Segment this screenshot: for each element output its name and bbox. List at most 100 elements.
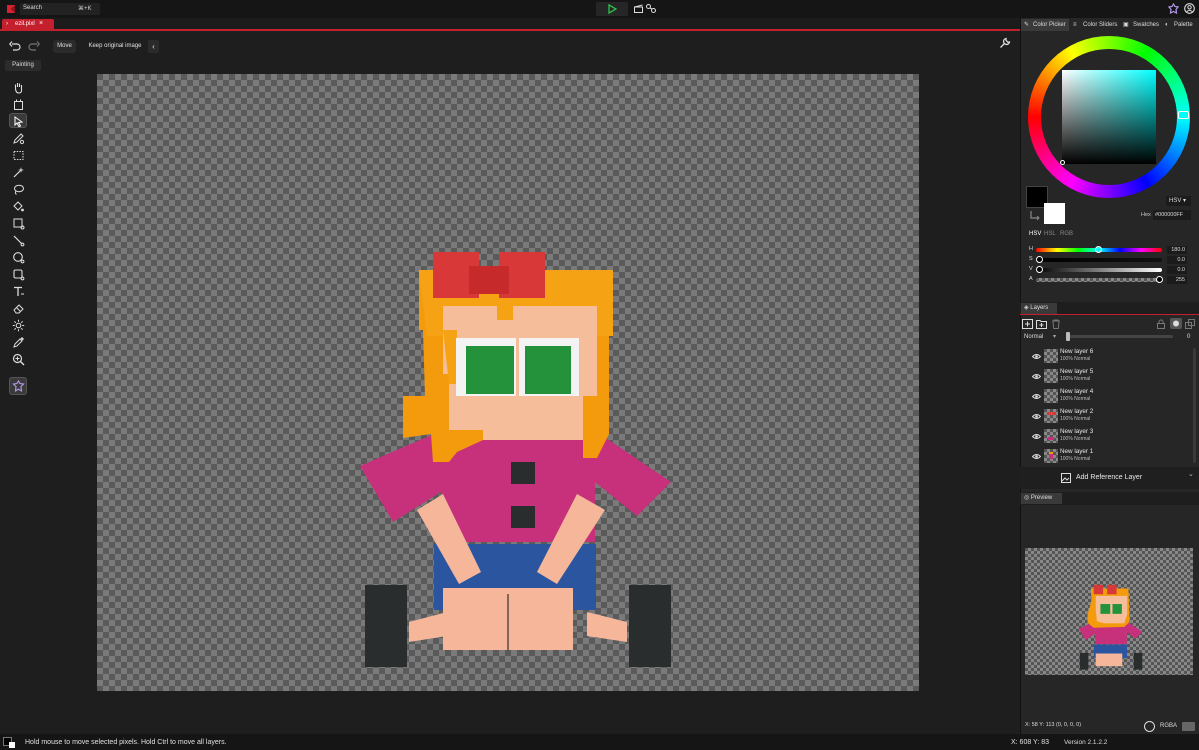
collapse-chevron-icon[interactable]: ‹ (148, 40, 159, 53)
background-toggle-icon[interactable] (1182, 722, 1195, 731)
color-mode-select[interactable]: HSV ▾ (1166, 196, 1191, 206)
alpha-slider[interactable] (1036, 278, 1162, 282)
blend-mode-select[interactable]: Normal (1024, 334, 1043, 340)
redo-icon[interactable] (28, 41, 40, 51)
layer-row[interactable]: New layer 2 100% Normal (1029, 407, 1189, 426)
hand-tool[interactable] (9, 80, 27, 95)
clapperboard-icon[interactable] (634, 4, 643, 13)
lasso-tool[interactable] (9, 182, 27, 197)
layer-thumbnail (1044, 429, 1058, 443)
opacity-slider[interactable] (1067, 335, 1173, 338)
alpha-value[interactable]: 255 (1167, 276, 1187, 284)
connection-icon[interactable] (646, 4, 656, 13)
new-folder-icon[interactable] (1036, 319, 1047, 329)
bucket-fill-tool[interactable] (9, 199, 27, 214)
file-tab-close-icon[interactable]: × (39, 20, 43, 27)
text-tool[interactable] (9, 284, 27, 299)
magic-wand-tool[interactable] (9, 165, 27, 180)
hand-icon (9, 81, 27, 94)
hex-input[interactable]: #000000FF (1153, 210, 1191, 220)
tab-color-picker[interactable]: ✎ Color Picker (1024, 19, 1066, 31)
line-tool[interactable] (9, 233, 27, 248)
painting-mode-badge[interactable]: Painting (5, 60, 41, 71)
layer-info: 100% Normal (1060, 436, 1091, 442)
alpha-slider-thumb[interactable] (1156, 276, 1163, 283)
undo-icon[interactable] (9, 41, 21, 51)
color-format-indicator-icon (1144, 721, 1155, 732)
tab-swatches[interactable]: ▣ Swatches (1123, 19, 1159, 31)
plugin-icon[interactable] (1168, 3, 1179, 14)
new-layer-icon[interactable] (1022, 319, 1033, 329)
swatches-icon: ▣ (1123, 22, 1129, 28)
drawing-canvas[interactable] (97, 74, 919, 691)
layer-name: New layer 6 (1060, 348, 1094, 355)
hue-handle[interactable] (1178, 111, 1189, 119)
layer-thumbnail (1044, 389, 1058, 403)
visibility-eye-icon[interactable] (1032, 412, 1041, 421)
layer-row[interactable]: New layer 4 100% Normal (1029, 387, 1189, 406)
move-mode-button[interactable]: Move (53, 40, 76, 53)
eraser-tool[interactable] (9, 301, 27, 316)
color-format-label: RGBA (1160, 723, 1178, 729)
opacity-slider-thumb[interactable] (1066, 332, 1070, 341)
hue-value[interactable]: 180.0 (1167, 246, 1187, 254)
zoom-tool[interactable] (9, 352, 27, 367)
layer-row[interactable]: New layer 3 100% Normal (1029, 427, 1189, 446)
eyedropper-tool[interactable] (9, 335, 27, 350)
text-icon (9, 285, 27, 298)
saturation-value-square[interactable] (1062, 70, 1156, 164)
delete-layer-icon[interactable] (1051, 319, 1061, 329)
tab-palette[interactable]: ◐ Palette (1165, 19, 1193, 31)
saturation-slider[interactable] (1036, 258, 1162, 262)
lock-icon[interactable] (1156, 319, 1166, 329)
visibility-eye-icon[interactable] (1032, 372, 1041, 381)
preview-tab[interactable]: ◎ Preview (1021, 493, 1062, 504)
layer-row[interactable]: New layer 5 100% Normal (1029, 367, 1189, 386)
search-box[interactable]: Search ⌘+K (20, 3, 100, 15)
move-select-tool[interactable] (9, 113, 27, 128)
value-slider-thumb[interactable] (1036, 266, 1043, 273)
opacity-value[interactable]: 0 (1187, 334, 1190, 340)
mask-icon[interactable] (1170, 318, 1182, 329)
eraser-icon (9, 302, 27, 315)
pencil-tool[interactable] (9, 131, 27, 146)
crop-tool[interactable] (9, 97, 27, 112)
value-value[interactable]: 0.0 (1167, 266, 1187, 274)
rectangle-tool[interactable] (9, 267, 27, 282)
extension-tool[interactable] (9, 377, 27, 395)
wrench-icon[interactable] (999, 37, 1011, 49)
play-icon[interactable] (607, 4, 617, 14)
add-reference-layer-button[interactable]: Add Reference Layer ⌄ (1020, 467, 1199, 489)
keep-original-toggle[interactable]: Keep original image (84, 40, 146, 53)
fill-selection-tool[interactable] (9, 216, 27, 231)
rect-select-tool[interactable] (9, 148, 27, 163)
merge-icon[interactable] (1185, 319, 1195, 329)
app-logo-icon[interactable] (5, 3, 17, 15)
status-message: Hold mouse to move selected pixels. Hold… (25, 739, 227, 746)
visibility-eye-icon[interactable] (1032, 352, 1041, 361)
hex-label: Hex (1141, 212, 1151, 218)
visibility-eye-icon[interactable] (1032, 452, 1041, 461)
file-tab[interactable]: › ezil.pixl × (2, 19, 54, 30)
collapse-layers-chevron-icon[interactable]: ⌄ (1188, 470, 1194, 478)
layer-row[interactable]: New layer 6 100% Normal (1029, 347, 1189, 366)
hue-slider-thumb[interactable] (1095, 246, 1102, 253)
account-icon[interactable] (1184, 3, 1195, 14)
layers-tab[interactable]: ◈ Layers (1021, 303, 1057, 314)
visibility-eye-icon[interactable] (1032, 432, 1041, 441)
visibility-eye-icon[interactable] (1032, 392, 1041, 401)
circle-tool[interactable] (9, 250, 27, 265)
swap-colors-icon[interactable] (1029, 210, 1041, 221)
tab-color-sliders[interactable]: ≡ Color Sliders (1073, 19, 1117, 31)
saturation-value[interactable]: 0.0 (1167, 256, 1187, 264)
mode-tab-rgb[interactable]: RGB (1060, 231, 1073, 237)
layers-scrollbar[interactable] (1193, 348, 1196, 463)
mode-tab-hsl[interactable]: HSL (1044, 231, 1056, 237)
value-slider[interactable] (1036, 268, 1162, 272)
lighten-tool[interactable] (9, 318, 27, 333)
secondary-color-swatch[interactable] (1044, 203, 1065, 224)
saturation-slider-thumb[interactable] (1036, 256, 1043, 263)
sv-handle[interactable] (1060, 160, 1065, 165)
mode-tab-hsv[interactable]: HSV (1029, 231, 1041, 237)
layer-row[interactable]: New layer 1 100% Normal (1029, 447, 1189, 466)
